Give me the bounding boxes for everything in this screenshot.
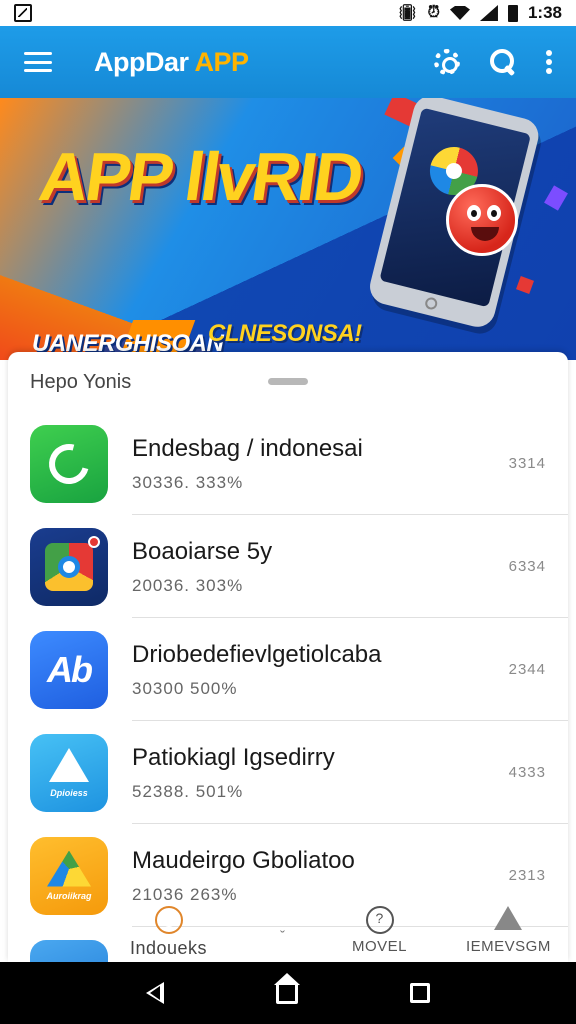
app-bar: AppDar APP	[0, 26, 576, 98]
nav-item-home[interactable]: Indoueks	[130, 906, 207, 959]
drive-icon: Auroiikrag	[30, 836, 108, 915]
app-list-card: Hepo Yonis Endesbag / indonesai 30336. 3…	[8, 352, 568, 962]
list-item[interactable]: Ab Driobedefievlgetiolcaba 30300 500% 23…	[8, 618, 568, 721]
image-icon	[14, 4, 32, 22]
app-name: Patiokiagl Igsedirry	[132, 743, 335, 771]
app-title-accent: APP	[188, 46, 250, 77]
nav-item-novel[interactable]: MOVEL	[352, 906, 407, 955]
triangle-icon: Dpioiess	[30, 733, 108, 812]
signal-icon	[479, 5, 498, 21]
gear-icon[interactable]	[434, 49, 460, 75]
banner-shard	[516, 276, 534, 294]
search-icon[interactable]	[490, 49, 516, 75]
list-item-text: Maudeirgo Gboliatoo 21036 263%	[132, 847, 502, 905]
level-icon	[494, 906, 523, 930]
app-meta: 21036 263%	[132, 884, 238, 904]
alarm-icon: ⏰︎	[427, 4, 440, 21]
list-item-text: Boaoiarse 5y 20036. 303%	[132, 538, 502, 596]
banner-headline: APP llvRID	[34, 139, 366, 215]
recent-apps-icon[interactable]	[410, 983, 430, 1003]
phone-home-button	[423, 296, 439, 311]
app-actions	[434, 49, 552, 75]
bottom-nav: Indoueks ˇ MOVEL IEMEVSGM	[130, 906, 568, 962]
home-icon[interactable]	[274, 973, 300, 1004]
more-icon[interactable]	[546, 50, 552, 74]
app-name: Driobedefievlgetiolcaba	[132, 640, 382, 668]
clock: 1:38	[527, 3, 562, 22]
ab-icon: Ab	[30, 630, 108, 709]
nav-item-dot[interactable]: ˇ	[280, 928, 286, 945]
app-meta: 30336. 333%	[132, 472, 244, 492]
list-item[interactable]: Endesbag / indonesai 30336. 333% 3314	[8, 412, 568, 515]
card-header: Hepo Yonis	[8, 352, 568, 412]
list-item-text: Driobedefievlgetiolcaba 30300 500%	[132, 641, 502, 699]
app-size: 3314	[508, 455, 546, 472]
app-size: 2313	[508, 867, 546, 884]
browser-icon	[30, 527, 108, 606]
banner-shard	[544, 185, 568, 211]
app-size: 4333	[508, 764, 546, 781]
app-name: Maudeirgo Gboliatoo	[132, 846, 355, 874]
icon-caption: Auroiikrag	[46, 890, 92, 901]
phone-icon	[30, 424, 108, 503]
battery-icon	[507, 4, 518, 22]
drag-handle[interactable]	[268, 378, 308, 385]
app-meta: 52388. 501%	[132, 781, 244, 801]
mascot-icon	[446, 184, 518, 256]
vibrate-icon: 📳︎	[397, 5, 418, 22]
nav-label: Indoueks	[130, 938, 208, 958]
icon-caption: Dpioiess	[50, 787, 88, 798]
status-icons: 📳︎ ⏰︎ 1:38	[397, 3, 562, 23]
list-item[interactable]: Dpioiess Patiokiagl Igsedirry 52388. 501…	[8, 721, 568, 824]
nav-item-level[interactable]: IEMEVSGM	[466, 906, 551, 955]
menu-icon[interactable]	[24, 52, 52, 72]
promo-banner[interactable]: APP llvRID UANERGHISOAN CLNESONSA!	[0, 98, 576, 360]
banner-subtitle-right: CLNESONSA!	[208, 320, 362, 347]
list-item-text: Endesbag / indonesai 30336. 333%	[132, 435, 502, 493]
help-icon	[365, 906, 394, 934]
app-size: 6334	[508, 558, 546, 575]
system-nav-bar	[0, 962, 576, 1024]
list-item[interactable]: Boaoiarse 5y 20036. 303% 6334	[8, 515, 568, 618]
nav-label: IEMEVSGM	[466, 938, 551, 955]
back-icon[interactable]	[146, 982, 164, 1004]
home-nav-icon	[154, 906, 183, 934]
app-size: 2344	[508, 661, 546, 678]
wifi-icon	[449, 6, 470, 20]
list-item-text: Patiokiagl Igsedirry 52388. 501%	[132, 744, 502, 802]
nav-label: MOVEL	[352, 938, 408, 955]
status-bar: 📳︎ ⏰︎ 1:38	[0, 0, 576, 26]
app-name: Boaoiarse 5y	[132, 537, 273, 565]
app-title-main: AppDar	[94, 46, 189, 77]
mountain-icon	[30, 939, 108, 962]
section-title: Hepo Yonis	[30, 370, 132, 393]
app-name: Endesbag / indonesai	[132, 434, 363, 462]
nav-label: ˇ	[280, 928, 286, 945]
app-title: AppDar APP	[94, 47, 249, 78]
app-meta: 20036. 303%	[132, 575, 244, 595]
app-meta: 30300 500%	[132, 678, 238, 698]
